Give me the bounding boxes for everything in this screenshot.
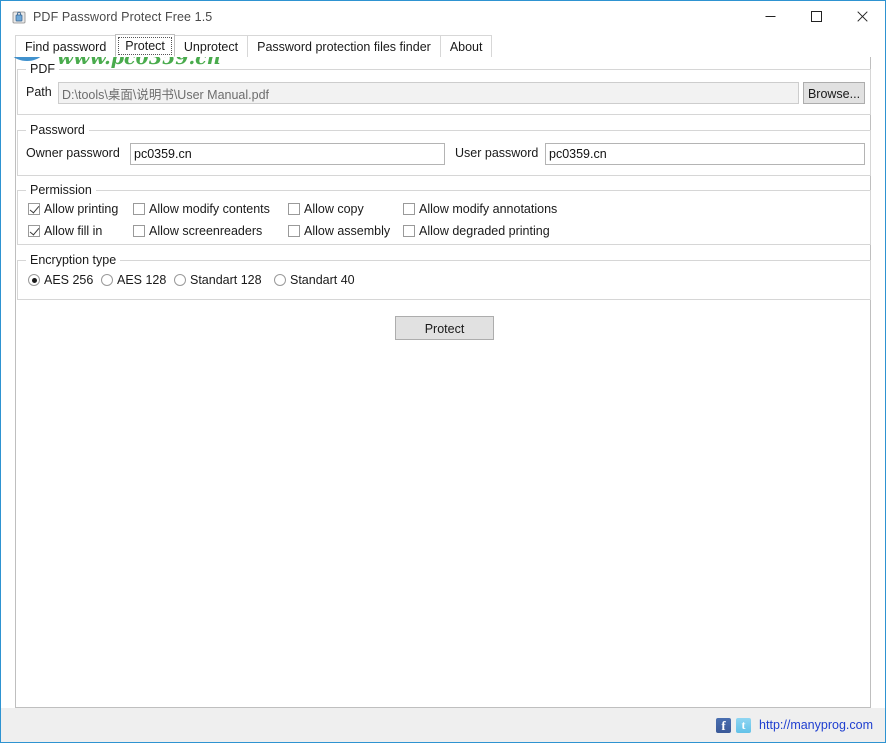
encryption-group-legend: Encryption type — [26, 253, 120, 267]
radio-standart-40[interactable]: Standart 40 — [274, 273, 355, 287]
radio-aes-256[interactable]: AES 256 — [28, 273, 93, 287]
password-group-legend: Password — [26, 123, 89, 137]
twitter-icon[interactable]: t — [736, 718, 751, 733]
radio-circle-icon — [101, 274, 113, 286]
pdf-group: PDF Path Browse... — [17, 69, 871, 115]
encryption-group: Encryption type AES 256 AES 128 Standart… — [17, 260, 871, 300]
checkbox-box-icon — [403, 225, 415, 237]
radio-label: AES 256 — [44, 273, 93, 287]
checkbox-label: Allow printing — [44, 202, 118, 216]
app-icon — [11, 9, 27, 25]
checkbox-box-icon — [403, 203, 415, 215]
owner-password-label: Owner password — [26, 146, 120, 160]
path-label: Path — [26, 85, 52, 99]
radio-circle-icon — [28, 274, 40, 286]
tab-unprotect[interactable]: Unprotect — [174, 35, 248, 57]
tab-label: Password protection files finder — [257, 40, 431, 54]
checkbox-box-icon — [288, 225, 300, 237]
close-icon — [857, 11, 868, 22]
checkbox-box-icon — [28, 203, 40, 215]
tab-about[interactable]: About — [440, 35, 493, 57]
checkbox-box-icon — [133, 225, 145, 237]
minimize-icon — [765, 11, 776, 22]
tab-label: About — [450, 40, 483, 54]
website-link[interactable]: http://manyprog.com — [759, 718, 873, 732]
close-button[interactable] — [839, 1, 885, 32]
checkbox-label: Allow modify annotations — [419, 202, 557, 216]
tab-label: Unprotect — [184, 40, 238, 54]
user-password-input[interactable] — [545, 143, 865, 165]
checkbox-allow-copy[interactable]: Allow copy — [288, 202, 364, 216]
checkbox-label: Allow modify contents — [149, 202, 270, 216]
checkbox-label: Allow assembly — [304, 224, 390, 238]
radio-circle-icon — [274, 274, 286, 286]
checkbox-box-icon — [28, 225, 40, 237]
radio-standart-128[interactable]: Standart 128 — [174, 273, 262, 287]
pdf-group-legend: PDF — [26, 62, 59, 76]
maximize-button[interactable] — [793, 1, 839, 32]
radio-circle-icon — [174, 274, 186, 286]
checkbox-allow-degraded-printing[interactable]: Allow degraded printing — [403, 224, 550, 238]
checkbox-label: Allow screenreaders — [149, 224, 262, 238]
radio-label: Standart 128 — [190, 273, 262, 287]
checkbox-allow-printing[interactable]: Allow printing — [28, 202, 118, 216]
window-title: PDF Password Protect Free 1.5 — [33, 10, 212, 24]
tab-label: Find password — [25, 40, 106, 54]
checkbox-box-icon — [288, 203, 300, 215]
tab-label: Protect — [125, 39, 165, 53]
checkbox-box-icon — [133, 203, 145, 215]
path-input[interactable] — [58, 82, 799, 104]
checkbox-allow-screenreaders[interactable]: Allow screenreaders — [133, 224, 262, 238]
tab-strip: Find password Protect Unprotect Password… — [1, 33, 885, 57]
application-window: PDF Password Protect Free 1.5 — [0, 0, 886, 743]
caption-buttons — [747, 1, 885, 33]
checkbox-label: Allow degraded printing — [419, 224, 550, 238]
tab-page-protect: PDF Path Browse... Password Owner passwo… — [15, 56, 871, 708]
password-group: Password Owner password User password — [17, 130, 871, 176]
tab-protect[interactable]: Protect — [115, 34, 175, 57]
checkbox-allow-assembly[interactable]: Allow assembly — [288, 224, 390, 238]
checkbox-label: Allow fill in — [44, 224, 102, 238]
maximize-icon — [811, 11, 822, 22]
footer-bar: f t http://manyprog.com — [1, 708, 885, 742]
title-bar: PDF Password Protect Free 1.5 — [1, 1, 885, 33]
permission-group-legend: Permission — [26, 183, 96, 197]
protect-button[interactable]: Protect — [395, 316, 494, 340]
permission-group: Permission Allow printing Allow modify c… — [17, 190, 871, 245]
checkbox-allow-fill-in[interactable]: Allow fill in — [28, 224, 102, 238]
tab-find-password[interactable]: Find password — [15, 35, 116, 57]
minimize-button[interactable] — [747, 1, 793, 32]
browse-button[interactable]: Browse... — [803, 82, 865, 104]
checkbox-allow-modify-annotations[interactable]: Allow modify annotations — [403, 202, 557, 216]
checkbox-allow-modify-contents[interactable]: Allow modify contents — [133, 202, 270, 216]
user-password-label: User password — [455, 146, 538, 160]
facebook-icon[interactable]: f — [716, 718, 731, 733]
radio-label: AES 128 — [117, 273, 166, 287]
radio-label: Standart 40 — [290, 273, 355, 287]
owner-password-input[interactable] — [130, 143, 445, 165]
tab-password-protection-files-finder[interactable]: Password protection files finder — [247, 35, 441, 57]
checkbox-label: Allow copy — [304, 202, 364, 216]
radio-aes-128[interactable]: AES 128 — [101, 273, 166, 287]
